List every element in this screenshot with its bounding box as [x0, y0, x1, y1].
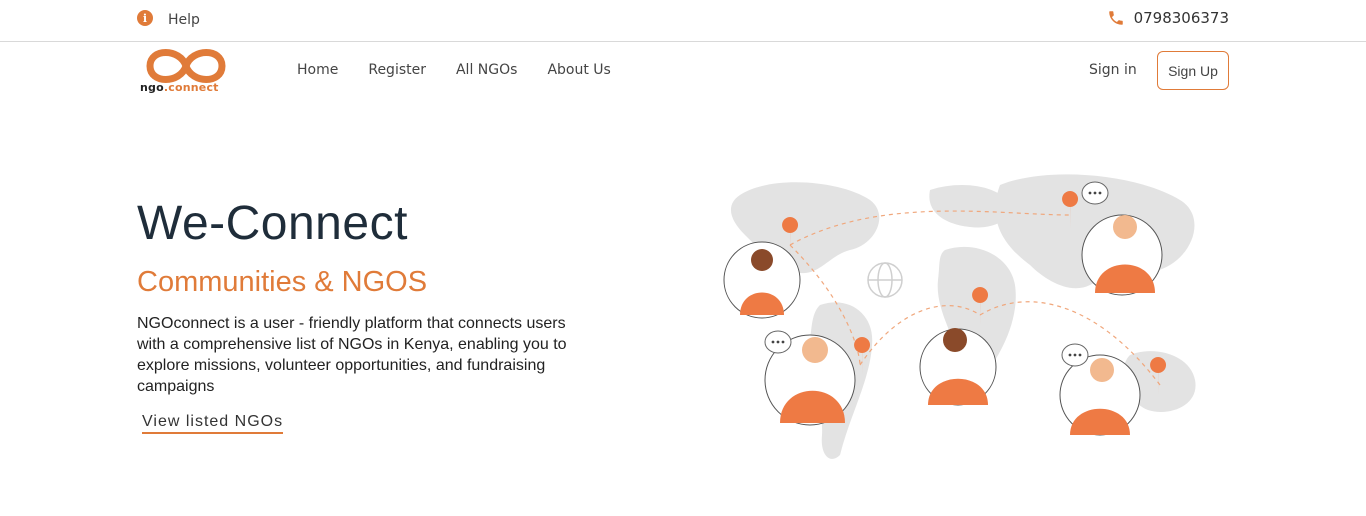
phone-number: 0798306373 — [1133, 9, 1229, 27]
help-label: Help — [168, 12, 200, 28]
nav-all-ngos[interactable]: All NGOs — [456, 62, 517, 78]
globe-icon — [867, 262, 903, 298]
logo-text: ngo.connect — [140, 81, 219, 94]
hero-description: NGOconnect is a user - friendly platform… — [137, 315, 567, 395]
help-link[interactable]: i Help — [137, 10, 200, 28]
sign-up-button[interactable]: Sign Up — [1157, 51, 1229, 90]
logo-text-accent: .connect — [163, 81, 219, 94]
nav-register[interactable]: Register — [368, 62, 426, 78]
phone-contact: 0798306373 — [1107, 9, 1229, 27]
view-ngos-link[interactable]: View listed NGOs — [142, 413, 284, 434]
hero-subtitle: Communities & NGOS — [137, 266, 428, 298]
main-navbar: ngo.connect Home Register All NGOs About… — [0, 42, 1366, 102]
top-bar: i Help 0798306373 — [0, 0, 1366, 42]
logo-text-main: ngo — [140, 81, 164, 94]
nav-about-us[interactable]: About Us — [547, 62, 610, 78]
sign-in-link[interactable]: Sign in — [1089, 62, 1137, 78]
nav-home[interactable]: Home — [297, 62, 338, 78]
phone-icon — [1108, 11, 1123, 25]
hero-title: We-Connect — [137, 197, 408, 250]
nav-links: Home Register All NGOs About Us — [297, 62, 611, 78]
info-icon: i — [137, 10, 153, 26]
world-connection-illustration — [723, 174, 1196, 459]
